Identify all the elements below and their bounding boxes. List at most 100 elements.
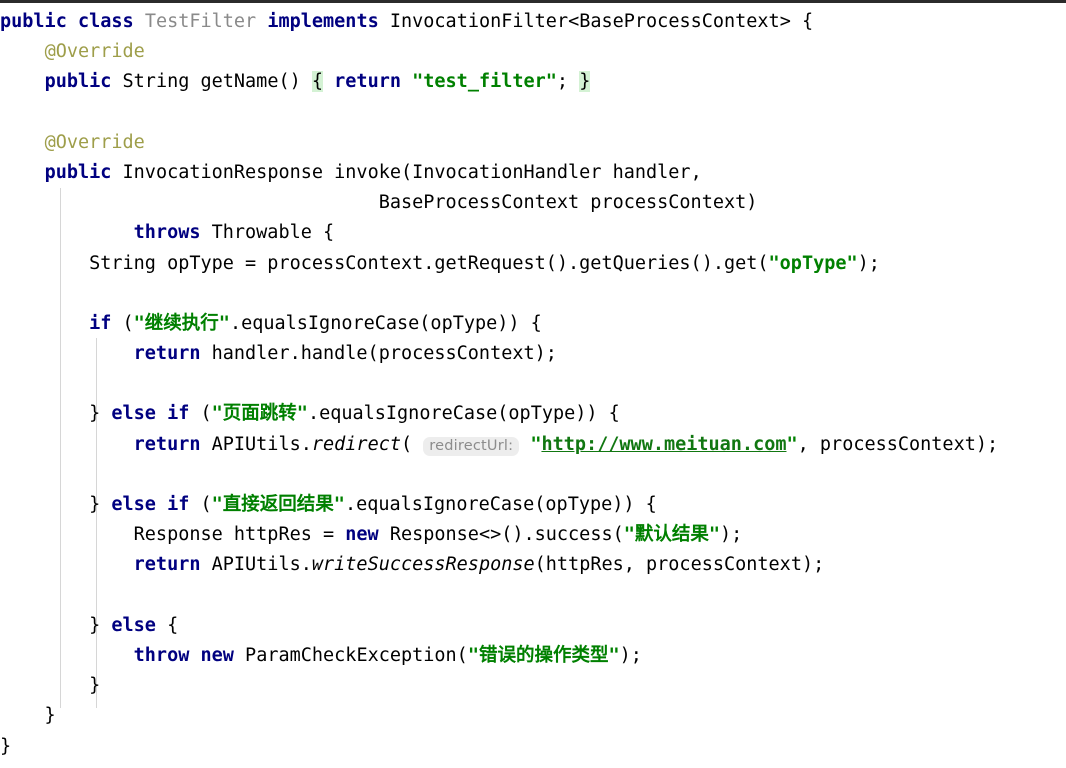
code-token-kw: public (44, 161, 112, 183)
code-token-plain: .equalsIgnoreCase(opType)) { (307, 403, 620, 425)
code-token-str: "直接返回结果" (211, 494, 345, 515)
code-token-kw: public (44, 71, 112, 93)
source-code-text[interactable]: public class TestFilter implements Invoc… (0, 3, 1066, 762)
code-token-str: "opType" (768, 252, 858, 274)
code-token-kw: class (77, 11, 134, 32)
code-token-kw: if (167, 494, 190, 515)
code-token-kw: return (133, 343, 201, 365)
code-token-plain: ); (619, 644, 642, 666)
code-line: ​ (0, 98, 1066, 128)
code-token-plain: (httpRes, processContext); (534, 554, 825, 576)
code-token-cls: TestFilter (144, 11, 257, 32)
code-token-plain: APIUtils. (200, 554, 312, 576)
code-line: String opType = processContext.getReques… (0, 249, 1066, 279)
code-line: ​ (0, 369, 1066, 399)
code-token-plain: ); (720, 524, 743, 546)
matched-brace-open: { (311, 71, 324, 93)
code-token-plain: .equalsIgnoreCase(opType)) { (344, 494, 657, 515)
code-line: } (0, 671, 1066, 701)
code-token-plain: } (0, 735, 12, 757)
code-token-plain: ( (400, 433, 424, 455)
code-token-plain: .equalsIgnoreCase(opType)) { (229, 312, 542, 334)
code-line: if ("继续执行".equalsIgnoreCase(opType)) { (0, 309, 1066, 339)
code-token-kw: implements (267, 11, 379, 32)
code-token-kw: if (89, 312, 112, 334)
code-line: @Override (0, 37, 1066, 67)
parameter-name-hint[interactable]: redirectUrl: (423, 436, 520, 456)
code-token-str: "test_filter" (412, 71, 557, 93)
code-token-plain: } (0, 675, 101, 697)
code-token-kw: return (133, 433, 201, 455)
code-token-plain: ( (111, 312, 134, 334)
code-token-plain: handler.handle(processContext); (200, 343, 557, 365)
code-token-plain: ( (189, 494, 212, 515)
code-token-kw: new (345, 524, 379, 546)
code-token-str: "默认结果" (623, 524, 721, 546)
code-editor-surface[interactable]: public class TestFilter implements Invoc… (0, 0, 1066, 768)
code-token-plain: InvocationFilter<BaseProcessContext> { (378, 11, 814, 32)
code-token-anno: @Override (44, 41, 145, 63)
code-line: public InvocationResponse invoke(Invocat… (0, 158, 1066, 188)
code-token-plain: BaseProcessContext processContext) (0, 192, 758, 214)
code-token-plain: ); (857, 252, 880, 274)
code-token-kw: return (334, 71, 401, 93)
code-token-str: " (530, 433, 542, 455)
code-token-plain: ; (556, 71, 580, 93)
code-line: BaseProcessContext processContext) (0, 188, 1066, 218)
code-token-kw: else (111, 403, 156, 425)
code-token-plain: Response<>().success( (378, 524, 624, 546)
code-token-plain: } (0, 494, 112, 515)
code-token-plain: ParamCheckException( (233, 644, 468, 666)
code-token-kw: if (167, 403, 190, 425)
code-token-plain: InvocationResponse invoke(InvocationHand… (111, 161, 702, 183)
code-line: } (0, 732, 1066, 762)
code-line: throws Throwable { (0, 218, 1066, 248)
code-line: throw new ParamCheckException("错误的操作类型")… (0, 641, 1066, 671)
code-token-plain: { (155, 614, 179, 636)
code-token-str: "页面跳转" (211, 403, 308, 425)
code-token-str: "错误的操作类型" (467, 644, 620, 666)
code-token-kw: return (133, 554, 201, 576)
code-token-kw: new (200, 644, 234, 666)
code-token-kw: else (111, 494, 156, 515)
code-token-plain: Throwable { (200, 222, 335, 244)
code-token-ital: writeSuccessResponse (311, 554, 535, 576)
code-line: ​ (0, 279, 1066, 309)
code-token-plain: String getName() (111, 71, 312, 93)
code-token-kw: else (111, 614, 156, 636)
code-line: Response httpRes = new Response<>().succ… (0, 520, 1066, 550)
code-line: public String getName() { return "test_f… (0, 67, 1066, 97)
matched-brace-close: } (579, 71, 591, 93)
code-line: return APIUtils.redirect( redirectUrl: "… (0, 430, 1066, 460)
code-line: } else { (0, 611, 1066, 641)
code-token-plain: } (0, 705, 56, 727)
code-line: ​ (0, 581, 1066, 611)
code-line: ​ (0, 460, 1066, 490)
url-link[interactable]: http://www.meituan.com (541, 434, 786, 455)
code-token-plain: , processContext); (797, 433, 999, 455)
code-line: return APIUtils.writeSuccessResponse(htt… (0, 550, 1066, 580)
code-token-str: "继续执行" (133, 312, 230, 334)
code-token-plain: Response httpRes = (0, 524, 346, 546)
code-token-kw: throws (133, 222, 201, 244)
code-line: } else if ("页面跳转".equalsIgnoreCase(opTyp… (0, 399, 1066, 429)
code-token-kw: throw (133, 644, 190, 666)
